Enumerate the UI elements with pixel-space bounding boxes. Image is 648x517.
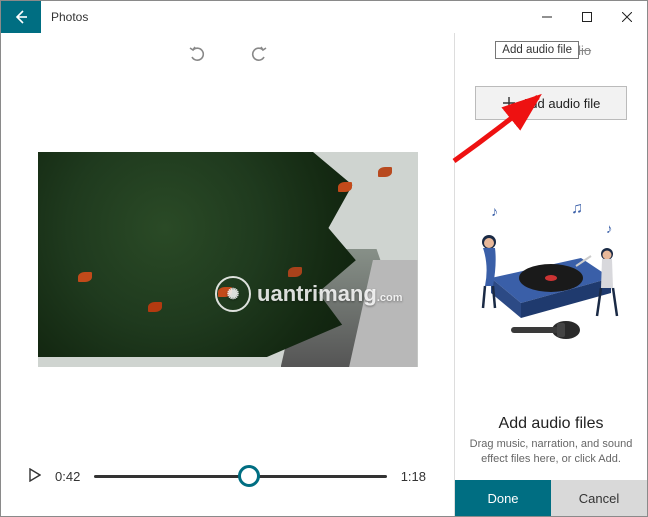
audio-illustration: ♪ ♫ ♪ (455, 120, 647, 415)
seek-track[interactable] (94, 475, 386, 478)
cancel-button[interactable]: Cancel (551, 480, 647, 516)
side-panel: Custom audio Add audio file (455, 33, 647, 516)
svg-text:♫: ♫ (571, 200, 583, 217)
empty-state-subtext: Drag music, narration, and sound effect … (469, 437, 633, 467)
svg-text:♪: ♪ (606, 221, 613, 236)
minimize-button[interactable] (527, 1, 567, 33)
player-controls: 0:42 1:18 (1, 446, 454, 516)
main-panel: ✺ uantrimang.com 0:42 1:18 (1, 33, 455, 516)
total-time: 1:18 (401, 469, 426, 484)
svg-text:♪: ♪ (491, 203, 498, 219)
watermark: ✺ uantrimang.com (215, 276, 402, 312)
add-audio-label: Add audio file (522, 96, 601, 111)
redo-icon (249, 43, 269, 63)
seek-thumb[interactable] (238, 465, 260, 487)
app-window: Photos (0, 0, 648, 517)
add-audio-tooltip: Add audio file (495, 41, 579, 59)
play-icon (29, 468, 41, 482)
back-button[interactable] (1, 1, 41, 33)
add-audio-file-button[interactable]: Add audio file (475, 86, 627, 120)
app-title: Photos (41, 1, 88, 33)
current-time: 0:42 (55, 469, 80, 484)
redo-button[interactable] (243, 37, 275, 69)
undo-button[interactable] (181, 37, 213, 69)
editor-toolbar (1, 33, 454, 73)
panel-buttons: Done Cancel (455, 479, 647, 516)
done-button[interactable]: Done (455, 480, 551, 516)
video-preview[interactable]: ✺ uantrimang.com (38, 152, 418, 367)
back-arrow-icon (13, 9, 29, 25)
plus-icon (502, 96, 516, 110)
undo-icon (187, 43, 207, 63)
window-controls (527, 1, 647, 33)
maximize-button[interactable] (567, 1, 607, 33)
empty-state-heading: Add audio files (469, 415, 633, 433)
close-button[interactable] (607, 1, 647, 33)
watermark-icon: ✺ (215, 276, 251, 312)
play-button[interactable] (29, 468, 41, 485)
titlebar: Photos (1, 1, 647, 33)
